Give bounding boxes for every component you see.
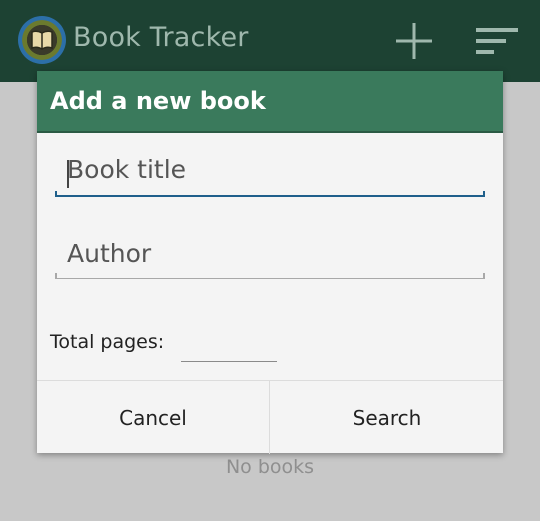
app-icon[interactable] [18,16,66,64]
app-title: Book Tracker [73,22,249,53]
author-underline [55,273,485,279]
author-input[interactable] [55,239,497,268]
author-field[interactable] [55,239,497,279]
total-pages-input[interactable] [181,333,277,362]
empty-list-message: No books [225,456,315,478]
book-icon [31,30,53,50]
action-bar: Book Tracker [0,0,540,82]
plus-icon[interactable] [394,21,434,61]
book-title-field[interactable] [55,155,497,197]
button-divider [269,381,270,454]
cancel-button[interactable]: Cancel [37,381,269,454]
sort-icon[interactable] [474,24,520,58]
text-cursor [67,160,69,188]
book-title-underline [55,191,485,197]
search-button[interactable]: Search [271,381,503,454]
add-book-dialog: Add a new book Total pages: Cancel Searc… [37,71,503,454]
dialog-button-bar: Cancel Search [37,380,503,454]
dialog-header: Add a new book [37,71,503,133]
book-title-input[interactable] [55,155,497,184]
total-pages-label: Total pages: [50,331,165,353]
dialog-title: Add a new book [50,87,266,115]
